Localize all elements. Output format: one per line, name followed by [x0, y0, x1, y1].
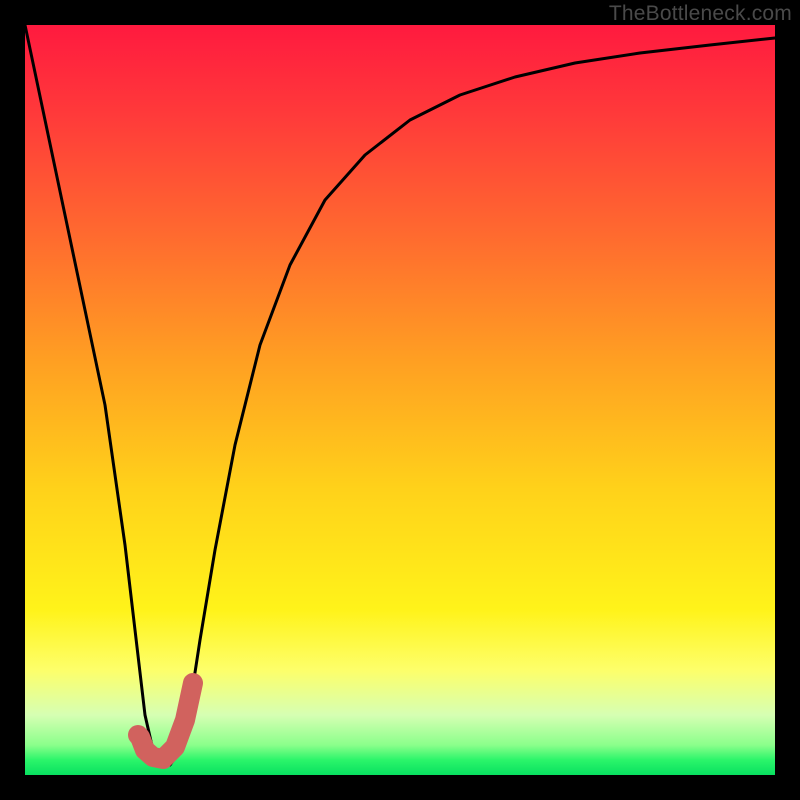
chart-frame: TheBottleneck.com	[0, 0, 800, 800]
highlight-segment	[140, 683, 193, 759]
plot-area	[25, 25, 775, 775]
highlight-dot	[128, 725, 148, 745]
attribution-text: TheBottleneck.com	[609, 2, 792, 26]
chart-svg	[25, 25, 775, 775]
bottleneck-curve	[25, 25, 775, 765]
